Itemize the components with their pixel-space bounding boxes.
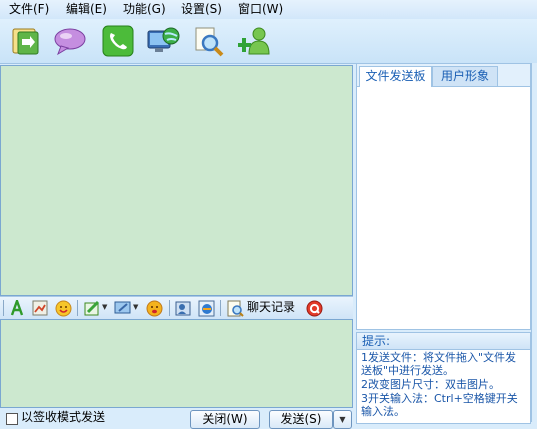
send-button[interactable]: 发送(S): [269, 410, 333, 429]
chat-history-area[interactable]: [0, 65, 353, 296]
toolbar-divider: [77, 300, 78, 316]
emoticon-icon[interactable]: [54, 299, 72, 317]
contact-card-icon[interactable]: [174, 299, 192, 317]
menu-file[interactable]: 文件(F): [9, 2, 49, 16]
menu-settings[interactable]: 设置(S): [181, 2, 222, 16]
transfer-icon[interactable]: [8, 23, 44, 59]
menu-window[interactable]: 窗口(W): [238, 2, 283, 16]
tips-panel: 提示: 1发送文件：将文件拖入"文件发送板"中进行发送。 2改变图片尺寸：双击图…: [356, 332, 531, 424]
chevron-down-icon: ▼: [339, 414, 346, 424]
chevron-down-icon[interactable]: ▼: [102, 303, 108, 311]
menu-bar: 文件(F) 编辑(E) 功能(G) 设置(S) 窗口(W): [0, 0, 537, 19]
menu-function[interactable]: 功能(G): [123, 2, 166, 16]
side-panel: 文件发送板 用户形象: [356, 63, 531, 330]
window-right-edge: [531, 63, 537, 422]
chat-history-label[interactable]: 聊天记录: [247, 300, 295, 315]
chat-history-icon[interactable]: [226, 299, 244, 317]
toolbar-divider: [3, 300, 4, 316]
tip-line: 1发送文件：将文件拖入"文件发送板"中进行发送。: [361, 351, 517, 377]
remote-desktop-icon[interactable]: [145, 23, 181, 59]
toolbar: [0, 19, 537, 64]
chat-bubble-icon[interactable]: [52, 23, 88, 59]
receipt-mode-checkbox[interactable]: [6, 413, 18, 425]
stop-icon[interactable]: [305, 299, 323, 317]
chevron-down-icon[interactable]: ▼: [133, 303, 139, 311]
search-icon[interactable]: [191, 23, 227, 59]
send-options-button[interactable]: ▼: [333, 410, 352, 429]
tab-user-avatar[interactable]: 用户形象: [432, 66, 498, 86]
bottom-bar: 以签收模式发送 关闭(W) 发送(S) ▼: [0, 407, 353, 429]
tip-line: 3开关输入法：Ctrl+空格键开关输入法。: [361, 392, 518, 418]
picture-icon[interactable]: [31, 299, 49, 317]
tip-line: 2改变图片尺寸：双击图片。: [361, 378, 500, 391]
toolbar-divider: [169, 300, 170, 316]
phone-icon[interactable]: [100, 23, 136, 59]
handwriting-icon[interactable]: [83, 299, 101, 317]
menu-edit[interactable]: 编辑(E): [66, 2, 107, 16]
tab-file-send-board[interactable]: 文件发送板: [359, 66, 432, 87]
message-input-area[interactable]: [0, 319, 353, 408]
tips-title: 提示:: [357, 333, 530, 350]
browser-icon[interactable]: [197, 299, 215, 317]
screen-capture-icon[interactable]: [113, 299, 131, 317]
format-toolbar: ▼ ▼ 聊天记录: [0, 296, 353, 320]
toolbar-divider: [220, 300, 221, 316]
side-tab-strip: 文件发送板 用户形象: [357, 64, 530, 87]
add-user-icon[interactable]: [237, 23, 273, 59]
font-icon[interactable]: [8, 299, 26, 317]
shake-window-icon[interactable]: [145, 299, 163, 317]
close-button[interactable]: 关闭(W): [190, 410, 260, 429]
